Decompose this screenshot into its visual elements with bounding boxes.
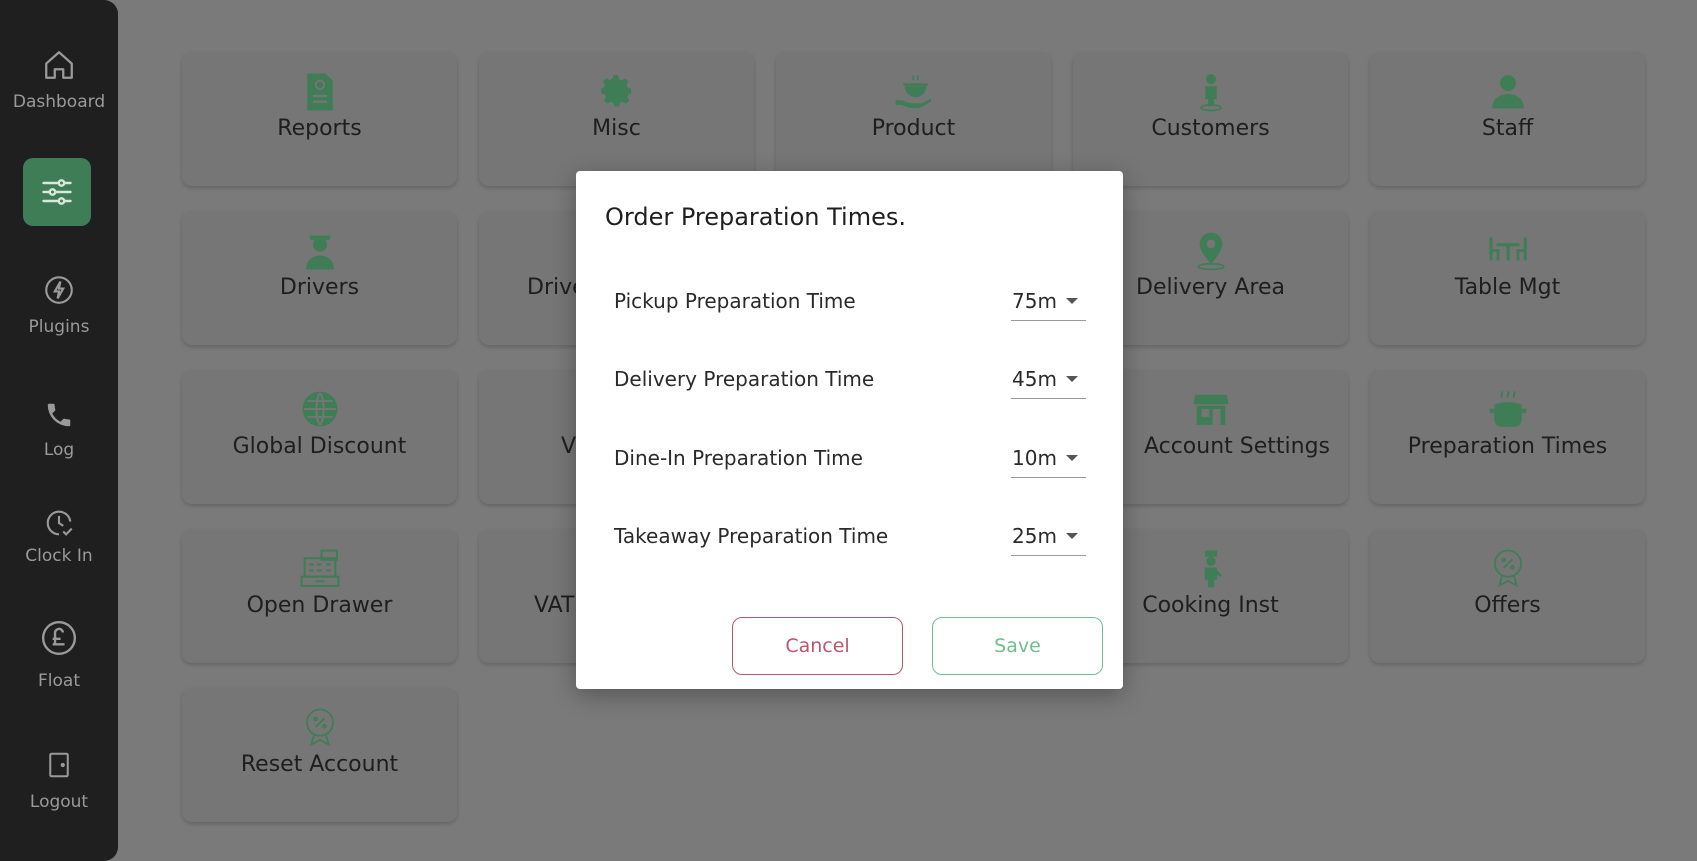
plugin-bolt-icon (45, 276, 73, 304)
table-icon (1488, 237, 1527, 261)
sliders-icon (42, 179, 72, 205)
dialog-title: Order Preparation Times. (605, 203, 906, 231)
tile-reports[interactable]: Reports (182, 52, 457, 186)
pickup-time-select[interactable]: 75m (1011, 281, 1086, 321)
takeaway-time-row: Takeaway Preparation Time 25m (614, 516, 1086, 556)
tile-drivers[interactable]: Drivers (182, 211, 457, 345)
tile-label: Preparation Times (1407, 434, 1608, 459)
driver-icon (305, 235, 334, 270)
delivery-time-select[interactable]: 45m (1011, 359, 1086, 399)
phone-icon (47, 403, 71, 427)
dine-in-time-select[interactable]: 10m (1011, 438, 1086, 478)
tile-staff[interactable]: Staff (1370, 52, 1645, 186)
pound-icon (41, 620, 77, 656)
select-value: 75m (1012, 289, 1057, 313)
takeaway-time-select[interactable]: 25m (1011, 516, 1086, 556)
gear-icon (600, 75, 631, 107)
sidebar-item-label: Clock In (25, 546, 93, 566)
caret-down-icon (1066, 455, 1078, 461)
row-label: Dine-In Preparation Time (614, 446, 863, 470)
globe-icon (302, 391, 337, 427)
pickup-time-row: Pickup Preparation Time 75m (614, 281, 1086, 321)
row-label: Pickup Preparation Time (614, 289, 856, 313)
tile-label: Offers (1474, 593, 1541, 618)
save-button[interactable]: Save (932, 617, 1103, 675)
tile-table-mgt[interactable]: Table Mgt (1370, 211, 1645, 345)
sidebar-item-label: Dashboard (12, 92, 106, 112)
select-value: 45m (1012, 367, 1057, 391)
sidebar-item-label: Logout (29, 792, 89, 812)
clock-check-icon (46, 510, 73, 536)
caret-down-icon (1066, 376, 1078, 382)
tile-label: Product (871, 116, 956, 141)
sidebar-item-clock-in[interactable]: Clock In (0, 506, 118, 566)
report-icon (306, 73, 333, 111)
sidebar-item-logout[interactable]: Logout (0, 750, 118, 812)
tile-open-drawer[interactable]: Open Drawer (182, 529, 457, 663)
cancel-button[interactable]: Cancel (732, 617, 903, 675)
dine-in-time-row: Dine-In Preparation Time 10m (614, 438, 1086, 478)
preparation-times-dialog: Order Preparation Times. Pickup Preparat… (576, 171, 1123, 689)
map-pin-icon (1196, 232, 1225, 271)
door-icon (49, 752, 69, 778)
badge-percent-icon (305, 708, 334, 746)
person-icon (1491, 75, 1524, 109)
cash-register-icon (300, 549, 339, 587)
tile-preparation-times[interactable]: Preparation Times (1370, 370, 1645, 504)
tile-label: Customers (1151, 116, 1270, 141)
sidebar-item-plugins[interactable]: Plugins (0, 273, 118, 337)
customer-icon (1199, 74, 1222, 112)
caret-down-icon (1066, 298, 1078, 304)
tile-customers[interactable]: Customers (1073, 52, 1348, 186)
tile-label: Misc (592, 116, 641, 141)
tile-offers[interactable]: Offers (1370, 529, 1645, 663)
sidebar-item-label: Float (38, 671, 80, 691)
chef-icon (1204, 550, 1222, 588)
sidebar-item-settings[interactable] (23, 158, 91, 226)
sidebar-item-dashboard[interactable]: Dashboard (0, 48, 118, 112)
caret-down-icon (1066, 533, 1078, 539)
store-icon (1193, 394, 1228, 425)
row-label: Takeaway Preparation Time (614, 524, 889, 548)
cooking-pot-icon (1489, 391, 1526, 427)
sidebar-item-float[interactable]: Float (0, 619, 118, 691)
tile-label: Account Settings (1143, 434, 1330, 459)
delivery-time-row: Delivery Preparation Time 45m (614, 359, 1086, 399)
tile-global-discount[interactable]: Global Discount (182, 370, 457, 504)
sidebar-item-label: Plugins (28, 317, 90, 337)
tile-product[interactable]: Product (776, 52, 1051, 186)
tile-label: Reset Account (240, 752, 399, 777)
tile-label: Staff (1481, 116, 1534, 141)
sidebar-item-label: Log (43, 440, 75, 460)
tile-label: Drivers (279, 275, 360, 300)
tile-label: Reports (277, 116, 362, 141)
select-value: 10m (1012, 446, 1057, 470)
tile-reset-account[interactable]: Reset Account (182, 688, 457, 822)
tile-label: V (561, 434, 577, 459)
home-icon (45, 51, 73, 79)
sidebar: Dashboard Plugins Log Clock In Float Log… (0, 0, 118, 861)
tile-label: Open Drawer (246, 593, 393, 618)
select-value: 25m (1012, 524, 1057, 548)
tile-label: Table Mgt (1454, 275, 1561, 300)
sidebar-item-log[interactable]: Log (0, 400, 118, 460)
badge-percent-icon (1493, 549, 1522, 587)
tile-misc[interactable]: Misc (479, 52, 754, 186)
tile-label: Global Discount (232, 434, 407, 459)
food-hand-icon (895, 75, 931, 108)
row-label: Delivery Preparation Time (614, 367, 875, 391)
tile-label: VAT (534, 593, 575, 618)
